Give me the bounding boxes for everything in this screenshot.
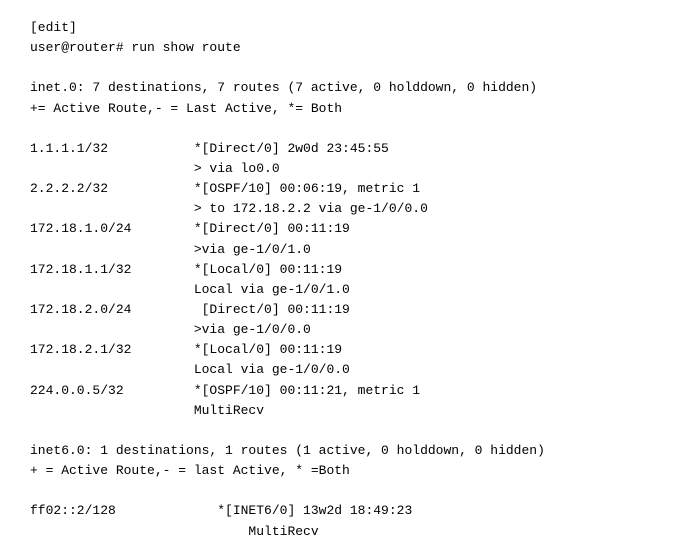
route-row: MultiRecv bbox=[30, 522, 648, 542]
blank-line bbox=[30, 58, 648, 78]
route-row: Local via ge-1/0/0.0 bbox=[30, 360, 648, 380]
inet6-summary: inet6.0: 1 destinations, 1 routes (1 act… bbox=[30, 441, 648, 461]
route-row: 172.18.2.0/24 [Direct/0] 00:11:19 bbox=[30, 300, 648, 320]
inet4-summary: inet.0: 7 destinations, 7 routes (7 acti… bbox=[30, 78, 648, 98]
route-row: 1.1.1.1/32 *[Direct/0] 2w0d 23:45:55 bbox=[30, 139, 648, 159]
route-row: > via lo0.0 bbox=[30, 159, 648, 179]
route-row: 2.2.2.2/32 *[OSPF/10] 00:06:19, metric 1 bbox=[30, 179, 648, 199]
route-row: > to 172.18.2.2 via ge-1/0/0.0 bbox=[30, 199, 648, 219]
inet4-route-table: 1.1.1.1/32 *[Direct/0] 2w0d 23:45:55 > v… bbox=[30, 139, 648, 421]
inet6-route-table: ff02::2/128 *[INET6/0] 13w2d 18:49:23 Mu… bbox=[30, 501, 648, 541]
edit-marker: [edit] bbox=[30, 18, 648, 38]
route-row: 172.18.1.0/24 *[Direct/0] 00:11:19 bbox=[30, 219, 648, 239]
route-row: MultiRecv bbox=[30, 401, 648, 421]
blank-line bbox=[30, 481, 648, 501]
blank-line bbox=[30, 421, 648, 441]
inet4-legend: += Active Route,- = Last Active, *= Both bbox=[30, 99, 648, 119]
route-row: Local via ge-1/0/1.0 bbox=[30, 280, 648, 300]
blank-line bbox=[30, 119, 648, 139]
route-row: ff02::2/128 *[INET6/0] 13w2d 18:49:23 bbox=[30, 501, 648, 521]
inet6-legend: + = Active Route,- = last Active, * =Bot… bbox=[30, 461, 648, 481]
route-row: 172.18.1.1/32 *[Local/0] 00:11:19 bbox=[30, 260, 648, 280]
route-row: 172.18.2.1/32 *[Local/0] 00:11:19 bbox=[30, 340, 648, 360]
route-row: >via ge-1/0/1.0 bbox=[30, 240, 648, 260]
route-row: >via ge-1/0/0.0 bbox=[30, 320, 648, 340]
route-row: 224.0.0.5/32 *[OSPF/10] 00:11:21, metric… bbox=[30, 381, 648, 401]
cli-prompt: user@router# run show route bbox=[30, 38, 648, 58]
